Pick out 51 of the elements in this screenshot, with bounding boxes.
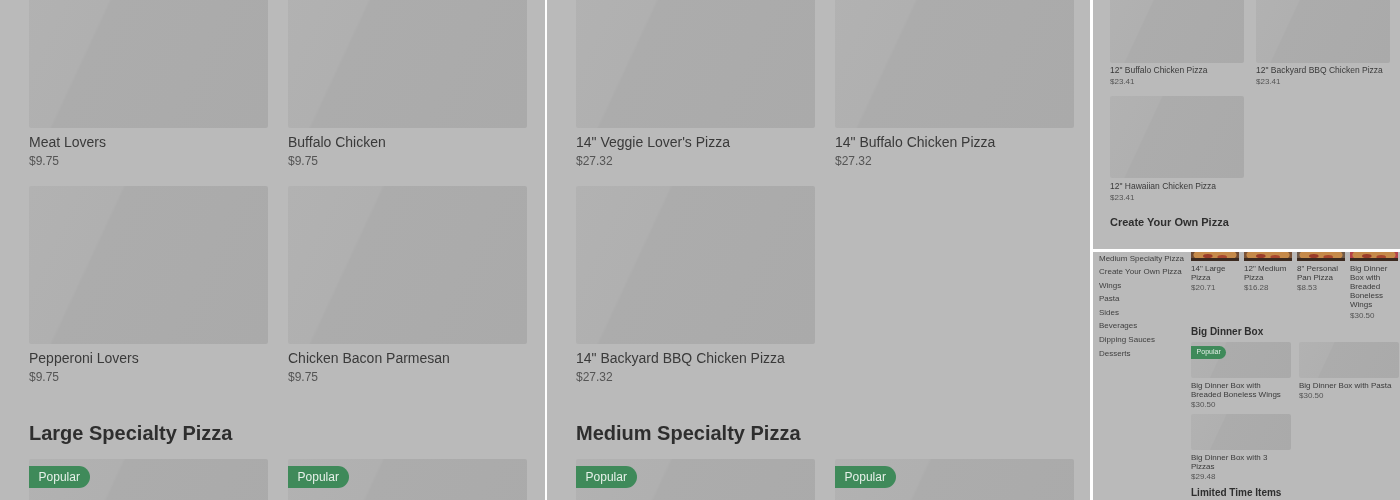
item-price: $29.48 [1191,472,1217,482]
sidebar-link[interactable]: Sides [1099,307,1185,318]
sidebar-link[interactable]: Medium Specialty Pizza [1099,253,1185,264]
item-price: $8.53 [1297,283,1319,293]
item-name[interactable]: Chicken Bacon Parmesan [288,350,527,367]
item-name[interactable]: Big Dinner Box with Pasta [1299,381,1399,391]
section-heading: Limited Time Items [1191,487,1283,500]
item-price: $27.32 [576,154,614,169]
item-price: $9.75 [29,371,61,385]
sidebar-link[interactable]: Dipping Sauces [1099,335,1185,345]
sidebar-link[interactable]: Wings [1099,280,1185,291]
item-name[interactable]: Big Dinner Box with Breaded Boneless Wings [1350,263,1398,310]
item-name[interactable]: 12" Medium Pizza [1244,263,1292,283]
sidebar-link[interactable]: Create Your Own Pizza [1099,267,1185,277]
item-price: $23.41 [1110,192,1136,202]
item-name[interactable]: Pepperoni Lovers [29,350,268,367]
item-name[interactable]: 14" Backyard BBQ Chicken Pizza [576,350,815,367]
sidebar-link[interactable]: Beverages [1099,321,1185,332]
item-price: $9.75 [288,154,320,169]
item-name[interactable]: 14" Large Pizza [1191,263,1239,283]
item-name[interactable]: 12" Backyard BBQ Chicken Pizza [1256,66,1390,77]
item-name[interactable]: 8" Personal Pan Pizza [1297,263,1345,283]
popular-badge: Popular [288,466,349,488]
item-name[interactable]: Big Dinner Box with 3 Pizzas [1191,452,1291,472]
item-price: $16.28 [1244,283,1270,293]
section-heading: Medium Specialty Pizza [576,420,802,445]
section-heading: Create Your Own Pizza [1110,215,1230,229]
section-heading: Large Specialty Pizza [29,420,234,445]
popular-badge: Popular [835,466,896,488]
item-price: $30.50 [1299,391,1325,401]
item-price: $9.75 [29,154,61,169]
item-price: $23.41 [1256,77,1282,87]
section-heading: Big Dinner Box [1191,325,1265,338]
item-price: $9.75 [288,371,320,385]
item-name[interactable]: 12" Buffalo Chicken Pizza [1110,66,1244,77]
item-price: $27.32 [576,371,614,385]
item-name[interactable]: Meat Lovers [29,133,268,150]
item-name[interactable]: 14" Buffalo Chicken Pizza [835,133,1074,150]
popular-badge: Popular [576,466,637,488]
sidebar-link[interactable]: Pasta [1099,294,1185,304]
item-name[interactable]: 14" Veggie Lover's Pizza [576,133,815,150]
item-price: $20.71 [1191,283,1217,293]
item-price: $30.50 [1191,400,1217,410]
item-price: $27.32 [835,154,873,169]
item-price: $30.50 [1350,310,1376,320]
item-price: $23.41 [1110,77,1136,87]
item-name[interactable]: 12" Hawaiian Chicken Pizza [1110,181,1244,192]
item-name[interactable]: Buffalo Chicken [288,133,527,150]
popular-badge: Popular [29,466,90,488]
sidebar-link[interactable]: Desserts [1099,348,1185,359]
item-name[interactable]: Big Dinner Box with Breaded Boneless Wings [1191,381,1291,400]
